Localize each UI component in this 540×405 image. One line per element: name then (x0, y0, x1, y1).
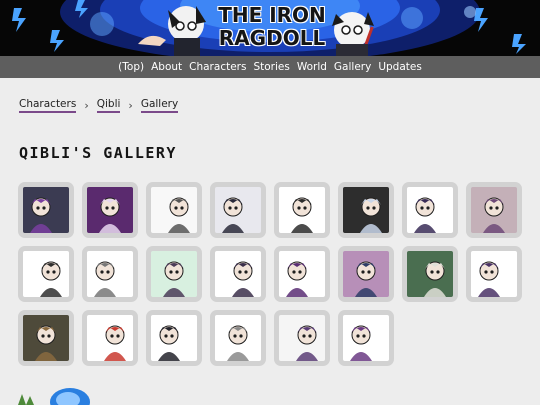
thumbnail-image (343, 187, 389, 233)
gallery-thumbnail[interactable] (18, 246, 74, 302)
thumbnail-image (151, 187, 197, 233)
gallery-thumbnail[interactable] (338, 182, 394, 238)
chevron-right-icon: › (128, 99, 133, 112)
thumbnail-image (87, 251, 133, 297)
site-banner: THE IRON RAGDOLL (0, 0, 540, 56)
gallery-thumbnail[interactable] (210, 310, 266, 366)
thumbnail-image (23, 251, 69, 297)
gallery-thumbnail[interactable] (146, 310, 202, 366)
page-title: QIBLI'S GALLERY (19, 144, 177, 162)
thumbnail-image (471, 187, 517, 233)
thumbnail-image (215, 187, 261, 233)
thumbnail-image (471, 251, 517, 297)
thumbnail-image (279, 187, 325, 233)
main-nav: (Top) About Characters Stories World Gal… (0, 56, 540, 78)
gallery-thumbnail[interactable] (274, 310, 330, 366)
breadcrumb-link-gallery[interactable]: Gallery (140, 98, 179, 113)
gallery-thumbnail[interactable] (338, 310, 394, 366)
gallery-thumbnail[interactable] (82, 310, 138, 366)
thumbnail-image (151, 251, 197, 297)
thumbnail-image (87, 315, 133, 361)
gallery-thumbnail[interactable] (146, 182, 202, 238)
gallery-thumbnail[interactable] (274, 246, 330, 302)
gallery-thumbnail[interactable] (18, 182, 74, 238)
nav-link-world[interactable]: World (297, 61, 327, 73)
thumbnail-image (279, 315, 325, 361)
thumbnail-image (407, 187, 453, 233)
site-title-line1: THE IRON (218, 3, 326, 27)
breadcrumb: Characters › Qibli › Gallery (19, 98, 179, 113)
gallery-thumbnail[interactable] (82, 246, 138, 302)
site-title-line2: RAGDOLL (218, 26, 326, 50)
thumbnail-image (23, 187, 69, 233)
nav-link-updates[interactable]: Updates (378, 61, 422, 73)
thumbnail-image (151, 315, 197, 361)
gallery-thumbnail[interactable] (274, 182, 330, 238)
breadcrumb-link-characters[interactable]: Characters (19, 98, 77, 113)
thumbnail-image (343, 315, 389, 361)
breadcrumb-link-qibli[interactable]: Qibli (96, 98, 121, 113)
nav-link-top[interactable]: (Top) (118, 61, 144, 73)
thumbnail-image (279, 251, 325, 297)
gallery-thumbnail[interactable] (338, 246, 394, 302)
gallery-thumbnail[interactable] (402, 182, 458, 238)
gallery-thumbnail[interactable] (210, 246, 266, 302)
thumbnail-image (343, 251, 389, 297)
gallery-grid (18, 182, 523, 366)
nav-link-characters[interactable]: Characters (189, 61, 246, 73)
gallery-thumbnail[interactable] (466, 182, 522, 238)
gallery-thumbnail[interactable] (146, 246, 202, 302)
thumbnail-image (407, 251, 453, 297)
gallery-thumbnail[interactable] (18, 310, 74, 366)
corner-decoration (18, 388, 90, 405)
gallery-thumbnail[interactable] (210, 182, 266, 238)
thumbnail-image (87, 187, 133, 233)
nav-link-about[interactable]: About (151, 61, 182, 73)
nav-link-stories[interactable]: Stories (253, 61, 289, 73)
chevron-right-icon: › (84, 99, 89, 112)
gallery-thumbnail[interactable] (466, 246, 522, 302)
gallery-thumbnail[interactable] (82, 182, 138, 238)
site-logo-text[interactable]: THE IRON RAGDOLL (214, 4, 330, 50)
thumbnail-image (23, 315, 69, 361)
nav-link-gallery[interactable]: Gallery (334, 61, 371, 73)
gallery-thumbnail[interactable] (402, 246, 458, 302)
thumbnail-image (215, 251, 261, 297)
thumbnail-image (215, 315, 261, 361)
